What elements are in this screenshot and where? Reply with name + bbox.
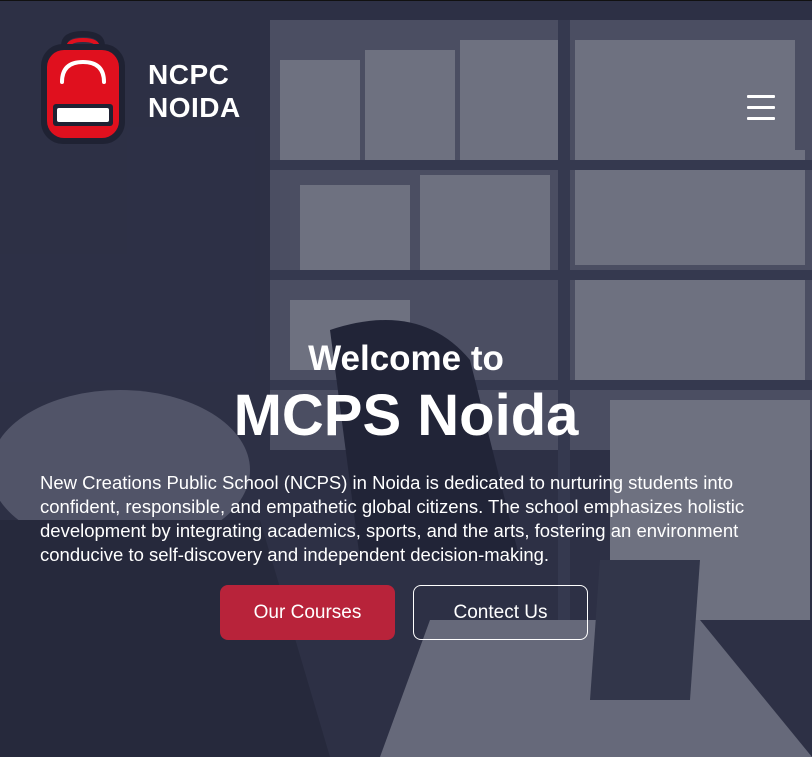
hero-content: Welcome to MCPS Noida New Creations Publ… [0,335,812,640]
hero-buttons: Our Courses Contect Us [0,585,812,640]
top-border [0,0,812,1]
brand-name: NCPC NOIDA [148,58,241,124]
our-courses-button[interactable]: Our Courses [220,585,395,640]
brand-line-2: NOIDA [148,91,241,123]
hero-section: NCPC NOIDA Welcome to MCPS Noida New Cre… [0,0,812,757]
backpack-icon [38,30,128,151]
welcome-heading: Welcome to [308,339,504,378]
page-title: MCPS Noida [233,383,579,448]
brand-logo[interactable]: NCPC NOIDA [38,30,241,151]
brand-line-1: NCPC [148,58,230,90]
hero-description: New Creations Public School (NCPS) in No… [40,472,745,565]
hamburger-menu-icon[interactable] [745,93,777,123]
contact-us-button[interactable]: Contect Us [413,585,588,640]
